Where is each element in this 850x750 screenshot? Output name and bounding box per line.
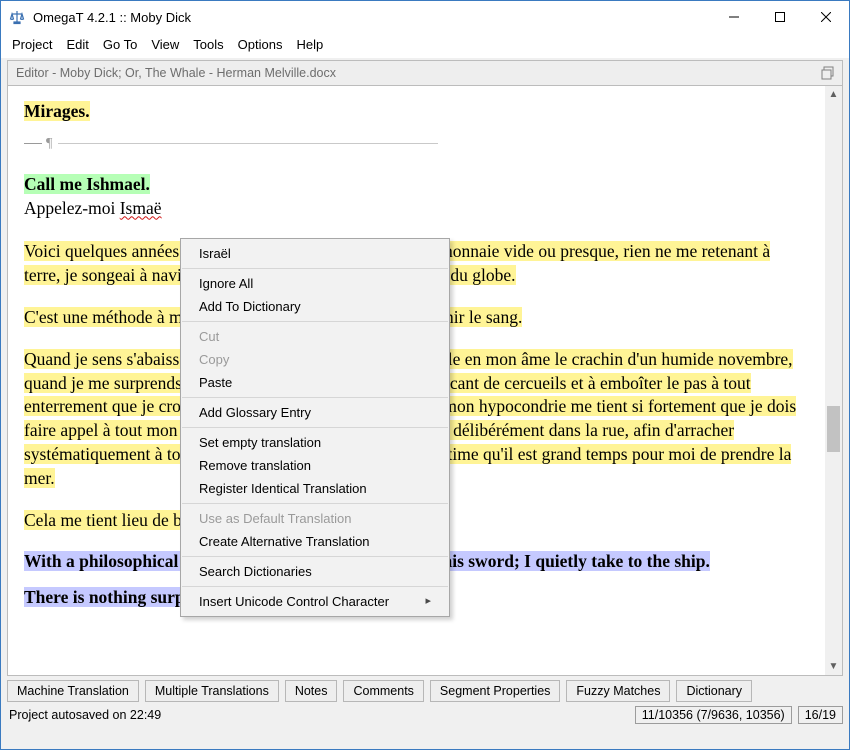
menu-separator: [182, 397, 448, 398]
ctx-cut: Cut: [181, 325, 449, 348]
maximize-button[interactable]: [757, 1, 803, 33]
tab-dictionary[interactable]: Dictionary: [676, 680, 752, 702]
restore-pane-icon[interactable]: [820, 65, 836, 81]
statusbar: Project autosaved on 22:49 11/10356 (7/9…: [7, 706, 843, 724]
scroll-down-icon[interactable]: ▼: [825, 658, 842, 675]
scroll-up-icon[interactable]: ▲: [825, 86, 842, 103]
scroll-thumb[interactable]: [827, 406, 840, 452]
editor-header: Editor - Moby Dick; Or, The Whale - Herm…: [7, 60, 843, 86]
app-icon: [9, 9, 25, 25]
menu-separator: [182, 321, 448, 322]
menu-tools[interactable]: Tools: [188, 35, 228, 54]
menu-separator: [182, 503, 448, 504]
menu-help[interactable]: Help: [291, 35, 328, 54]
status-counts: 11/10356 (7/9636, 10356): [635, 706, 792, 724]
menu-separator: [182, 268, 448, 269]
ctx-set-empty-translation[interactable]: Set empty translation: [181, 431, 449, 454]
ctx-remove-translation[interactable]: Remove translation: [181, 454, 449, 477]
ctx-add-glossary-entry[interactable]: Add Glossary Entry: [181, 401, 449, 424]
menu-separator: [182, 427, 448, 428]
ctx-search-dictionaries[interactable]: Search Dictionaries: [181, 560, 449, 583]
tab-fuzzy-matches[interactable]: Fuzzy Matches: [566, 680, 670, 702]
window-controls: [711, 1, 849, 33]
segment-separator: ¶: [24, 134, 803, 153]
tab-machine-translation[interactable]: Machine Translation: [7, 680, 139, 702]
segment-source: Call me Ishmael.: [24, 174, 150, 194]
minimize-button[interactable]: [711, 1, 757, 33]
scrollbar[interactable]: ▲ ▼: [825, 86, 842, 675]
ctx-copy: Copy: [181, 348, 449, 371]
menu-go-to[interactable]: Go To: [98, 35, 142, 54]
ctx-ignore-all[interactable]: Ignore All: [181, 272, 449, 295]
menu-options[interactable]: Options: [233, 35, 288, 54]
tab-comments[interactable]: Comments: [343, 680, 423, 702]
status-position: 16/19: [798, 706, 843, 724]
ctx-insert-unicode-control-character[interactable]: Insert Unicode Control Character: [181, 590, 449, 613]
menubar: ProjectEdit Go ToViewTools OptionsHelp: [1, 33, 849, 58]
titlebar: OmegaT 4.2.1 :: Moby Dick: [1, 1, 849, 33]
menu-edit[interactable]: Edit: [61, 35, 93, 54]
panel-tabs: Machine Translation Multiple Translations…: [7, 680, 843, 702]
ctx-create-alternative-translation[interactable]: Create Alternative Translation: [181, 530, 449, 553]
segment: Mirages.: [24, 101, 90, 121]
ctx-register-identical-translation[interactable]: Register Identical Translation: [181, 477, 449, 500]
tab-notes[interactable]: Notes: [285, 680, 338, 702]
ctx-isra-l[interactable]: Israël: [181, 242, 449, 265]
ctx-use-as-default-translation: Use as Default Translation: [181, 507, 449, 530]
ctx-paste[interactable]: Paste: [181, 371, 449, 394]
tab-segment-properties[interactable]: Segment Properties: [430, 680, 560, 702]
segment-translation[interactable]: Appelez-moi Ismaë: [24, 198, 162, 218]
menu-project[interactable]: Project: [7, 35, 57, 54]
status-message: Project autosaved on 22:49: [7, 708, 629, 722]
menu-separator: [182, 556, 448, 557]
context-menu: Israël Ignore AllAdd To Dictionary CutCopy…: [180, 238, 450, 617]
editor-header-text: Editor - Moby Dick; Or, The Whale - Herm…: [16, 66, 336, 80]
spellcheck-error[interactable]: Ismaë: [120, 198, 162, 218]
window-title: OmegaT 4.2.1 :: Moby Dick: [33, 10, 711, 25]
close-button[interactable]: [803, 1, 849, 33]
ctx-add-to-dictionary[interactable]: Add To Dictionary: [181, 295, 449, 318]
menu-separator: [182, 586, 448, 587]
tab-multiple-translations[interactable]: Multiple Translations: [145, 680, 279, 702]
menu-view[interactable]: View: [146, 35, 184, 54]
